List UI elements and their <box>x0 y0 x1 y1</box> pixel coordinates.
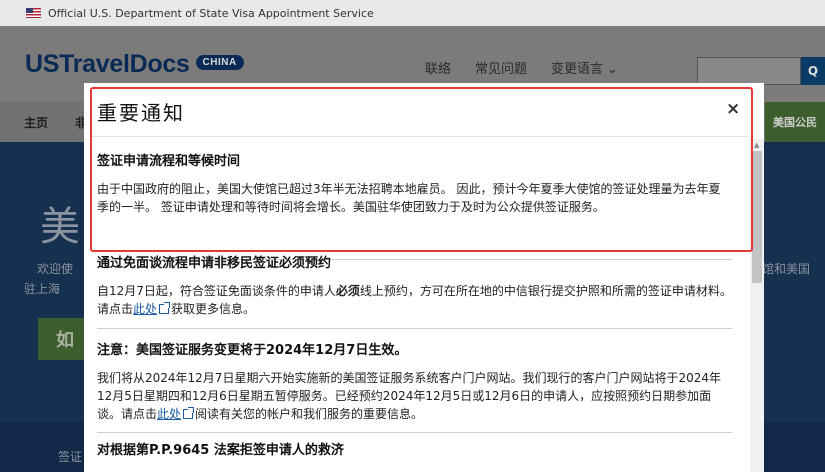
notice-text: 获取更多信息。 <box>171 302 256 316</box>
section-divider <box>97 328 732 329</box>
notice-body: 我们将从2024年12月7日星期六开始实施新的美国签证服务系统客户门户网站。我们… <box>97 369 732 423</box>
external-link-icon <box>183 407 195 419</box>
header-links: 联络 常见问题 变更语言 ⌄ <box>425 58 618 77</box>
title-divider <box>92 136 748 137</box>
modal-title: 重要通知 <box>97 101 185 125</box>
notice-section: 通过免面谈流程申请非移民签证必须预约 自12月7日起，符合签证免面谈条件的申请人… <box>97 255 732 329</box>
us-flag-icon <box>26 8 41 18</box>
notice-section: 签证申请流程和等候时间 由于中国政府的阻止，美国大使馆已超过3年半无法招聘本地雇… <box>97 153 732 260</box>
section-divider <box>97 432 732 433</box>
site-logo[interactable]: USTravelDocs CHINA <box>25 50 244 79</box>
notice-emphasis: 必须 <box>335 284 360 298</box>
notice-body: 由于中国政府的阻止，美国大使馆已超过3年半无法招聘本地雇员。 因此，预计今年夏季… <box>97 182 721 214</box>
official-service-bar: Official U.S. Department of State Visa A… <box>0 0 825 26</box>
search-input[interactable] <box>697 57 801 85</box>
notice-text: 自12月7日起，符合签证免面谈条件的申请人 <box>97 284 336 298</box>
country-badge: CHINA <box>195 54 244 70</box>
hero-cta-label: 如 <box>56 330 74 351</box>
external-link-icon <box>159 302 171 314</box>
nav-item-us-citizens[interactable]: 美国公民 <box>765 102 825 142</box>
contact-link[interactable]: 联络 <box>425 58 451 77</box>
notice-section: 注意：美国签证服务变更将于2024年12月7日生效。 我们将从2024年12月7… <box>97 342 732 433</box>
nav-item-home[interactable]: 主页 <box>24 114 48 131</box>
notice-body: 自12月7日起，符合签证免面谈条件的申请人必须线上预约，方可在所在地的中信银行提… <box>97 282 732 318</box>
hero-text-right: 馆和美国 <box>762 262 811 276</box>
notice-heading: 签证申请流程和等候时间 <box>97 154 241 169</box>
close-icon[interactable]: × <box>726 99 740 119</box>
scrollbar-thumb[interactable] <box>752 151 762 283</box>
search-icon: Q <box>807 64 819 78</box>
notice-heading: 对根据第P.P.9645 法案拒签申请人的救济 <box>97 443 344 458</box>
notice-heading: 注意：美国签证服务变更将于2024年12月7日生效。 <box>97 343 408 358</box>
logo-text: USTravelDocs <box>25 50 190 78</box>
official-service-text: Official U.S. Department of State Visa A… <box>48 6 374 20</box>
notice-heading: 通过免面谈流程申请非移民签证必须预约 <box>97 256 332 271</box>
important-notice-modal: 重要通知 × 签证申请流程和等候时间 由于中国政府的阻止，美国大使馆已超过3年半… <box>84 83 764 472</box>
account-info-link[interactable]: 此处 <box>157 407 181 421</box>
search-button[interactable]: Q <box>801 57 825 85</box>
notice-section: 对根据第P.P.9645 法案拒签申请人的救济 <box>97 442 732 460</box>
change-language-link[interactable]: 变更语言 ⌄ <box>551 58 618 77</box>
more-info-link[interactable]: 此处 <box>133 302 157 316</box>
notice-text: 阅读有关您的帐户和我们服务的重要信息。 <box>195 407 424 421</box>
hero-text-line2: 驻上海 <box>24 282 61 296</box>
faq-link[interactable]: 常见问题 <box>475 58 527 77</box>
hero-text-line1: 欢迎使 <box>37 262 74 276</box>
scroll-up-icon[interactable]: ▲ <box>754 141 759 149</box>
footer-text: 签证 <box>58 450 83 464</box>
hero-title: 美 <box>40 204 80 250</box>
hero-cta-button[interactable]: 如 <box>38 318 86 360</box>
